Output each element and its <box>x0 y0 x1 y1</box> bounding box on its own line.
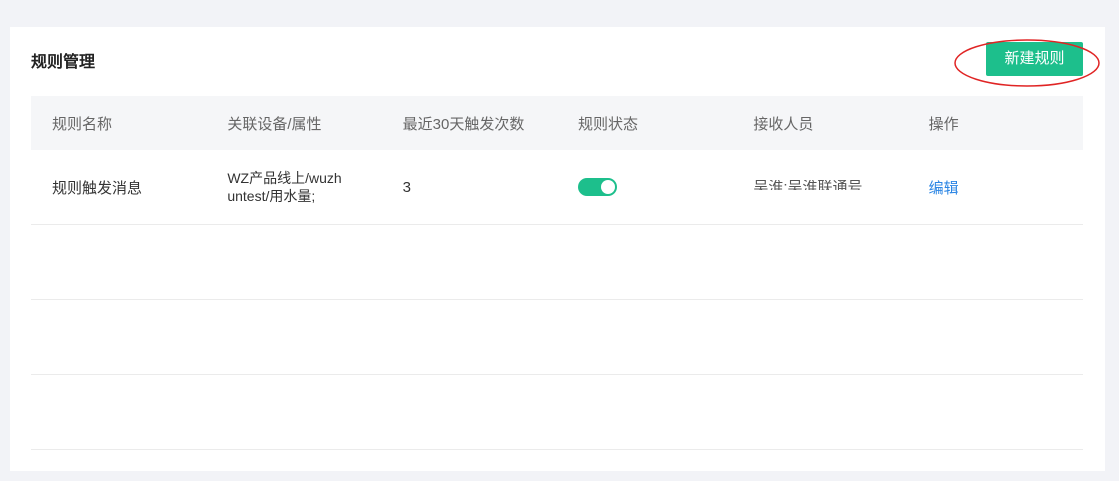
trigger-count-cell: 3 <box>402 178 411 196</box>
edit-link[interactable]: 编辑 <box>929 180 959 197</box>
table-header: 规则名称 关联设备/属性 最近30天触发次数 规则状态 接收人员 操作 <box>31 96 1083 150</box>
device-attribute-line: WZ产品线上/wuzh <box>227 170 342 186</box>
rules-table: 规则名称 关联设备/属性 最近30天触发次数 规则状态 接收人员 操作 规则触发… <box>31 96 1083 450</box>
new-rule-button[interactable]: 新建规则 <box>986 42 1083 76</box>
column-header-recipients: 接收人员 <box>753 115 814 133</box>
toggle-knob <box>600 180 615 194</box>
column-header-rule-name: 规则名称 <box>52 115 113 133</box>
column-header-trigger-count: 最近30天触发次数 <box>402 115 525 133</box>
column-header-actions: 操作 <box>928 115 959 133</box>
column-header-rule-status: 规则状态 <box>577 115 638 133</box>
rules-card: 规则管理 新建规则 规则名称 关联设备/属性 最近30天触发次数 规则状态 接收… <box>10 27 1105 471</box>
page-title: 规则管理 <box>31 54 96 71</box>
rule-name-cell: 规则触发消息 <box>52 179 143 197</box>
table-row-empty <box>31 225 1083 300</box>
device-attribute-cell: WZ产品线上/wuzh untest/用水量; <box>206 169 381 205</box>
device-attribute-line: untest/用水量; <box>227 188 316 204</box>
table-row-empty <box>31 375 1083 450</box>
column-header-device-attribute: 关联设备/属性 <box>227 115 322 133</box>
table-row: 规则触发消息 WZ产品线上/wuzh untest/用水量; 3 吴淮:吴淮联通… <box>31 150 1083 225</box>
table-row-empty <box>31 300 1083 375</box>
actions-cell: 编辑 <box>908 177 1083 198</box>
recipients-text: 吴淮:吴淮联通号 <box>753 180 863 190</box>
recipients-cell: 吴淮:吴淮联通号 <box>732 180 907 192</box>
page: { "page": { "title": "规则管理" }, "toolbar"… <box>0 0 1119 481</box>
rule-status-toggle[interactable] <box>577 178 617 196</box>
rule-status-cell <box>557 178 732 196</box>
